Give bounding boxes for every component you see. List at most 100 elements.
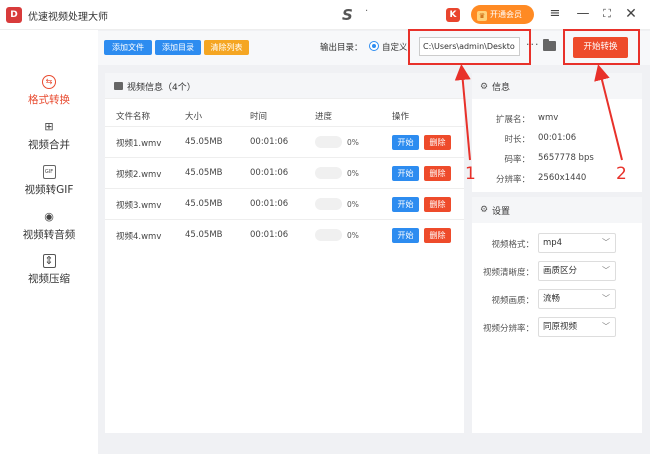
gear-icon: ⚙ bbox=[480, 82, 489, 92]
merge-icon: ⊞ bbox=[44, 120, 54, 133]
vip-label: 开通会员 bbox=[490, 10, 522, 19]
sidebar-item-label: 视频合并 bbox=[28, 139, 70, 151]
delete-button[interactable]: 删除 bbox=[424, 166, 451, 181]
progress-bar bbox=[315, 229, 342, 241]
setting-key: 视频清晰度： bbox=[482, 268, 534, 278]
info-key: 码率： bbox=[504, 155, 530, 165]
info-value: 5657778 bps bbox=[538, 153, 594, 163]
sidebar-item-gif[interactable]: GIF 视频转GIF bbox=[0, 165, 98, 197]
minimize-icon[interactable]: — bbox=[575, 6, 591, 22]
audio-icon: ◉ bbox=[44, 210, 54, 223]
file-name: 视频3.wmv bbox=[116, 201, 162, 211]
image-icon bbox=[114, 82, 123, 90]
settings-title: 设置 bbox=[492, 207, 511, 217]
info-key: 时长： bbox=[504, 135, 530, 145]
file-size: 45.05MB bbox=[185, 199, 223, 209]
sidebar-item-label: 视频转GIF bbox=[24, 184, 74, 196]
file-size: 45.05MB bbox=[185, 168, 223, 178]
chevron-down-icon: ﹀ bbox=[602, 294, 610, 303]
progress-bar bbox=[315, 136, 342, 148]
info-value: 00:01:06 bbox=[538, 133, 577, 143]
file-size: 45.05MB bbox=[185, 230, 223, 240]
progress-percent: 0% bbox=[347, 169, 359, 178]
sidebar-item-audio[interactable]: ◉ 视频转音频 bbox=[0, 210, 98, 242]
video-format-select[interactable]: mp4 ﹀ bbox=[538, 233, 616, 253]
setting-key: 视频分辨率： bbox=[482, 324, 534, 334]
menu-icon[interactable]: ≡ bbox=[547, 6, 563, 22]
close-icon[interactable]: ✕ bbox=[623, 6, 639, 22]
start-button[interactable]: 开始 bbox=[392, 166, 419, 181]
file-time: 00:01:06 bbox=[250, 199, 289, 209]
compress-icon: ⇕ bbox=[42, 254, 56, 268]
file-list-title: 视频信息（4个） bbox=[127, 83, 196, 93]
sidebar-item-label: 视频压缩 bbox=[28, 273, 70, 285]
gear-icon: ⚙ bbox=[480, 205, 489, 215]
file-time: 00:01:06 bbox=[250, 137, 289, 147]
delete-button[interactable]: 删除 bbox=[424, 197, 451, 212]
clear-list-button[interactable]: 清除列表 bbox=[204, 40, 249, 55]
start-button[interactable]: 开始 bbox=[392, 197, 419, 212]
app-logo-icon: D bbox=[6, 7, 22, 23]
delete-button[interactable]: 删除 bbox=[424, 228, 451, 243]
custom-dir-label[interactable]: 自定义 bbox=[382, 41, 408, 53]
column-header-size: 大小 bbox=[185, 112, 203, 122]
video-resolution-select[interactable]: 同原视频 ﹀ bbox=[538, 317, 616, 337]
progress-bar bbox=[315, 198, 342, 210]
info-key: 扩展名： bbox=[495, 115, 530, 125]
setting-key: 视频画质： bbox=[491, 296, 534, 306]
chevron-down-icon: ﹀ bbox=[602, 322, 610, 331]
chevron-down-icon: ﹀ bbox=[602, 238, 610, 247]
file-name: 视频2.wmv bbox=[116, 170, 162, 180]
annotation-box-path bbox=[408, 29, 531, 65]
add-directory-button[interactable]: 添加目录 bbox=[155, 40, 201, 55]
start-button[interactable]: 开始 bbox=[392, 228, 419, 243]
annotation-number-1: 1 bbox=[465, 164, 476, 184]
progress-percent: 0% bbox=[347, 138, 359, 147]
setting-key: 视频格式： bbox=[491, 240, 534, 250]
gif-icon: GIF bbox=[42, 165, 56, 179]
crown-icon: ♛ bbox=[477, 11, 487, 21]
file-time: 00:01:06 bbox=[250, 168, 289, 178]
video-quality-select[interactable]: 流畅 ﹀ bbox=[538, 289, 616, 309]
column-header-progress: 进度 bbox=[315, 112, 333, 122]
sidebar-item-compress[interactable]: ⇕ 视频压缩 bbox=[0, 254, 98, 286]
select-value: 同原视频 bbox=[543, 322, 578, 332]
start-button[interactable]: 开始 bbox=[392, 135, 419, 150]
chevron-down-icon: ﹀ bbox=[602, 266, 610, 275]
app-title: 优速视频处理大师 bbox=[28, 12, 108, 23]
progress-percent: 0% bbox=[347, 200, 359, 209]
custom-dir-radio[interactable] bbox=[369, 41, 379, 51]
format-convert-icon: ⇆ bbox=[42, 75, 56, 89]
info-value: 2560x1440 bbox=[538, 173, 587, 183]
maximize-icon[interactable]: ⛶ bbox=[599, 6, 615, 22]
folder-icon[interactable] bbox=[543, 39, 556, 51]
info-title: 信息 bbox=[492, 83, 511, 93]
info-key: 分辨率： bbox=[495, 175, 530, 185]
sidebar-item-label: 视频转音频 bbox=[22, 229, 76, 241]
select-value: mp4 bbox=[543, 238, 563, 248]
file-size: 45.05MB bbox=[185, 137, 223, 147]
brand-dot: · bbox=[365, 6, 369, 17]
brand-s-icon: S bbox=[342, 6, 353, 24]
sidebar-item-merge[interactable]: ⊞ 视频合并 bbox=[0, 120, 98, 152]
file-name: 视频4.wmv bbox=[116, 232, 162, 242]
annotation-box-start bbox=[563, 29, 640, 65]
sidebar-item-format-convert[interactable]: ⇆ 格式转换 bbox=[0, 75, 98, 107]
output-dir-label: 输出目录： bbox=[320, 43, 363, 53]
delete-button[interactable]: 删除 bbox=[424, 135, 451, 150]
column-header-time: 时间 bbox=[250, 112, 268, 122]
select-value: 画质区分 bbox=[543, 266, 578, 276]
info-value: wmv bbox=[538, 113, 559, 123]
progress-percent: 0% bbox=[347, 231, 359, 240]
column-header-actions: 操作 bbox=[392, 112, 410, 122]
add-file-button[interactable]: 添加文件 bbox=[104, 40, 152, 55]
column-header-name: 文件名称 bbox=[116, 112, 151, 122]
vip-button[interactable]: ♛ 开通会员 bbox=[471, 5, 534, 24]
video-clarity-select[interactable]: 画质区分 ﹀ bbox=[538, 261, 616, 281]
file-time: 00:01:06 bbox=[250, 230, 289, 240]
annotation-number-2: 2 bbox=[616, 164, 627, 184]
file-name: 视频1.wmv bbox=[116, 139, 162, 149]
select-value: 流畅 bbox=[543, 294, 561, 304]
k-app-icon[interactable]: K bbox=[446, 8, 460, 22]
progress-bar bbox=[315, 167, 342, 179]
